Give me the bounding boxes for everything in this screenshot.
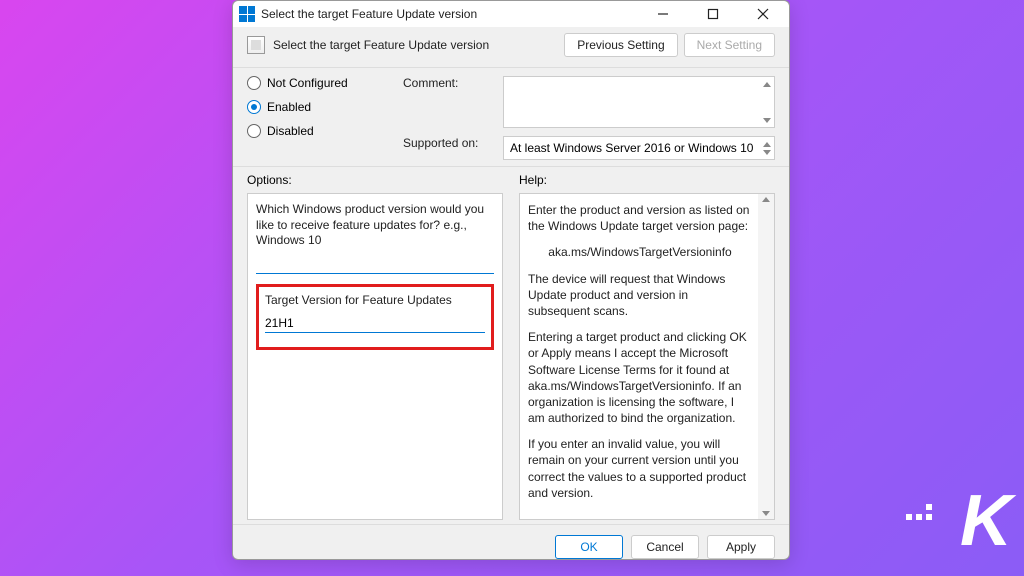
setting-header: Select the target Feature Update version… — [233, 27, 789, 68]
options-header: Options: — [247, 173, 503, 187]
supported-on-box: At least Windows Server 2016 or Windows … — [503, 136, 775, 160]
help-text: The device will request that Windows Upd… — [528, 271, 752, 320]
next-setting-button[interactable]: Next Setting — [684, 33, 775, 57]
radio-icon — [247, 76, 261, 90]
radio-disabled[interactable]: Disabled — [247, 124, 387, 138]
target-version-label: Target Version for Feature Updates — [265, 293, 485, 309]
cancel-button[interactable]: Cancel — [631, 535, 699, 559]
comment-input[interactable] — [503, 76, 775, 128]
logo-dots-icon — [906, 504, 932, 520]
scrollbar[interactable] — [758, 194, 774, 519]
state-radio-group: Not Configured Enabled Disabled — [247, 76, 387, 160]
help-text: aka.ms/WindowsTargetVersioninfo — [528, 244, 752, 260]
minimize-button[interactable] — [643, 1, 683, 27]
supported-label: Supported on: — [403, 136, 493, 160]
config-icon — [247, 36, 265, 54]
radio-icon — [247, 124, 261, 138]
radio-label: Disabled — [267, 124, 314, 138]
apply-button[interactable]: Apply — [707, 535, 775, 559]
gpo-editor-window: Select the target Feature Update version… — [232, 0, 790, 560]
radio-label: Not Configured — [267, 76, 348, 90]
comment-label: Comment: — [403, 76, 493, 128]
help-text: If you enter an invalid value, you will … — [528, 436, 752, 501]
target-version-highlight: Target Version for Feature Updates — [256, 284, 494, 351]
help-text: Entering a target product and clicking O… — [528, 329, 752, 426]
scroll-up-icon[interactable] — [760, 77, 774, 91]
radio-not-configured[interactable]: Not Configured — [247, 76, 387, 90]
scroll-down-icon[interactable] — [760, 145, 774, 159]
help-header: Help: — [519, 173, 775, 187]
ok-button[interactable]: OK — [555, 535, 623, 559]
window-title: Select the target Feature Update version — [261, 7, 477, 21]
supported-on-text: At least Windows Server 2016 or Windows … — [510, 141, 753, 155]
window-icon — [239, 6, 255, 22]
radio-enabled[interactable]: Enabled — [247, 100, 387, 114]
previous-setting-button[interactable]: Previous Setting — [564, 33, 677, 57]
site-logo: K — [960, 480, 1006, 562]
setting-title: Select the target Feature Update version — [273, 38, 489, 52]
close-button[interactable] — [743, 1, 783, 27]
radio-icon — [247, 100, 261, 114]
help-panel: Enter the product and version as listed … — [519, 193, 775, 520]
maximize-button[interactable] — [693, 1, 733, 27]
titlebar: Select the target Feature Update version — [233, 1, 789, 27]
scroll-down-icon[interactable] — [760, 113, 774, 127]
product-version-prompt: Which Windows product version would you … — [256, 202, 494, 249]
options-panel: Which Windows product version would you … — [247, 193, 503, 520]
help-text: Enter the product and version as listed … — [528, 202, 752, 234]
radio-label: Enabled — [267, 100, 311, 114]
target-version-input[interactable] — [265, 314, 485, 333]
product-version-input[interactable] — [256, 255, 494, 274]
